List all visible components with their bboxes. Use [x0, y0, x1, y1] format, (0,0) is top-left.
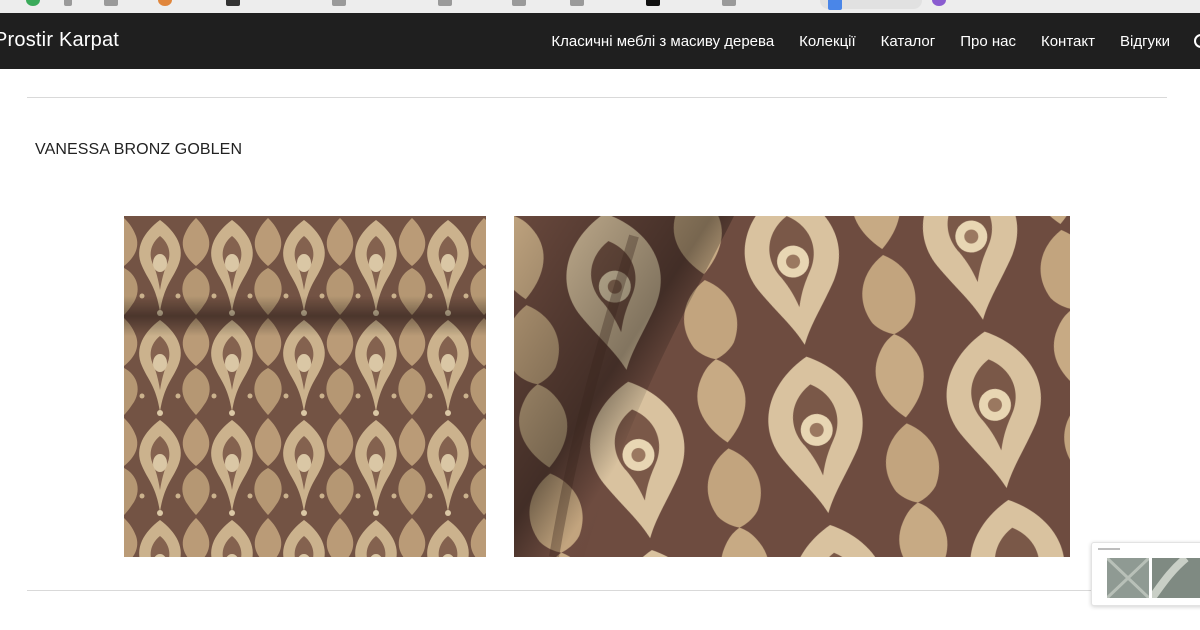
bottom-divider: [27, 590, 1167, 591]
bookmark-favicon-icon[interactable]: [158, 0, 172, 6]
bookmark-favicon-icon: [828, 0, 842, 10]
bookmark-favicon-icon[interactable]: [722, 0, 736, 6]
bookmark-favicon-icon[interactable]: [332, 0, 346, 6]
nav-item-classic-furniture[interactable]: Класичні меблі з масиву дерева: [551, 33, 774, 50]
bookmarks-bar: [0, 0, 1200, 13]
top-divider: [27, 97, 1167, 98]
recent-items-popup[interactable]: [1091, 542, 1200, 606]
bookmark-favicon-icon[interactable]: [26, 0, 40, 6]
nav-item-contact[interactable]: Контакт: [1041, 33, 1095, 50]
bookmark-favicon-icon[interactable]: [438, 0, 452, 6]
nav-item-catalog[interactable]: Каталог: [881, 33, 936, 50]
bookmark-favicon-icon[interactable]: [512, 0, 526, 6]
bookmark-favicon-icon[interactable]: [226, 0, 240, 6]
bookmark-active-chip[interactable]: [820, 0, 922, 10]
nav-menu: Класичні меблі з масиву дерева Колекції …: [551, 33, 1170, 50]
popup-thumbnail[interactable]: [1107, 558, 1149, 598]
product-title: VANESSA BRONZ GOBLEN: [35, 141, 243, 158]
site-brand[interactable]: Prostir Karpat: [0, 29, 119, 52]
bookmark-favicon-icon[interactable]: [570, 0, 584, 6]
bookmark-favicon-icon[interactable]: [932, 0, 946, 6]
nav-item-reviews[interactable]: Відгуки: [1120, 33, 1170, 50]
fabric-photo-flat[interactable]: [124, 216, 486, 557]
bookmark-favicon-icon[interactable]: [646, 0, 660, 6]
top-navigation: Prostir Karpat Класичні меблі з масиву д…: [0, 13, 1200, 69]
popup-caption: [1098, 548, 1120, 550]
bookmark-favicon-icon[interactable]: [104, 0, 118, 6]
fabric-closeup-image: [514, 216, 1070, 557]
nav-item-about[interactable]: Про нас: [960, 33, 1016, 50]
popup-thumbnail[interactable]: [1152, 558, 1200, 598]
bookmark-favicon-icon[interactable]: [64, 0, 72, 6]
fabric-photo-draped[interactable]: [514, 216, 1070, 557]
nav-item-collections[interactable]: Колекції: [799, 33, 856, 50]
fabric-pattern-image: [124, 216, 486, 557]
search-icon[interactable]: [1194, 34, 1200, 48]
